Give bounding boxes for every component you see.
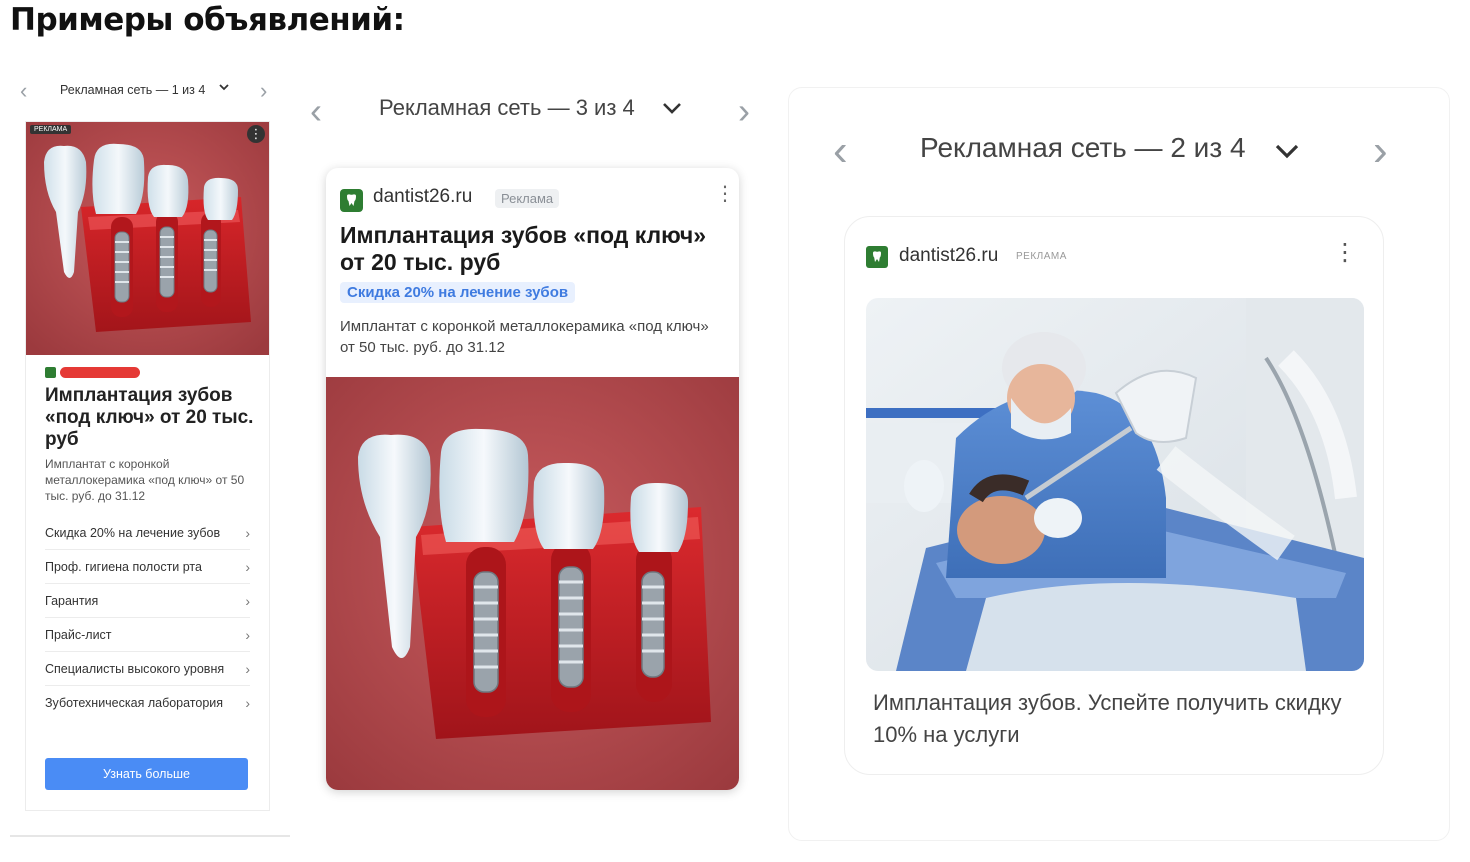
chevron-right-icon: ›: [245, 558, 250, 575]
sitelink[interactable]: Скидка 20% на лечение зубов ›: [45, 516, 250, 550]
sitelink[interactable]: Гарантия ›: [45, 584, 250, 618]
more-vertical-icon[interactable]: ⋮: [247, 125, 265, 143]
divider: [10, 835, 290, 837]
sitelink[interactable]: Зуботехническая лаборатория ›: [45, 686, 250, 719]
ad-description: Имплантат с коронкой металлокерамика «по…: [340, 318, 709, 356]
redacted-domain: [60, 367, 140, 378]
sitelink-label: Скидка 20% на лечение зубов: [45, 525, 221, 540]
ad-headline[interactable]: Имплантация зубов «под ключ» от 20 тыс. …: [340, 222, 720, 276]
dental-implant-image: [326, 377, 739, 790]
carousel-label: Рекламная сеть — 1 из 4: [60, 83, 206, 97]
chevron-right-icon: ›: [245, 660, 250, 677]
ad-domain[interactable]: dantist26.ru: [373, 186, 472, 208]
ad-preview-2: ‹ Рекламная сеть — 2 из 4 › dantist26.ru…: [788, 87, 1450, 841]
chevron-right-icon: ›: [245, 524, 250, 541]
sitelinks-list: Скидка 20% на лечение зубов › Проф. гигие…: [45, 516, 250, 719]
chevron-down-icon[interactable]: [1274, 141, 1300, 166]
tooth-favicon-icon: [866, 246, 888, 268]
learn-more-button[interactable]: Узнать больше: [45, 758, 248, 790]
carousel-nav-1: ‹ Рекламная сеть — 1 из 4 ›: [18, 78, 278, 104]
sitelink-label: Специалисты высокого уровня: [45, 661, 225, 676]
ad-headline[interactable]: Имплантация зубов «под ключ» от 20 тыс. …: [45, 385, 260, 451]
sitelink-label: Зуботехническая лаборатория: [45, 695, 224, 710]
chevron-left-icon[interactable]: ‹: [310, 90, 322, 132]
chevron-left-icon[interactable]: ‹: [833, 126, 848, 176]
chevron-right-icon[interactable]: ›: [738, 90, 750, 132]
sitelink[interactable]: Специалисты высокого уровня ›: [45, 652, 250, 686]
ad-label: РЕКЛАМА: [1016, 251, 1067, 262]
ad-label: Реклама: [495, 189, 560, 208]
sitelink[interactable]: Прайс-лист ›: [45, 618, 250, 652]
chevron-right-icon: ›: [245, 592, 250, 609]
ad-description: Имплантат с коронкой металлокерамика «по…: [45, 457, 245, 503]
carousel-label: Рекламная сеть — 2 из 4: [920, 132, 1246, 163]
tooth-favicon-icon: [45, 367, 56, 378]
chevron-right-icon: ›: [245, 694, 250, 711]
chevron-right-icon: ›: [245, 626, 250, 643]
sitelink-label: Проф. гигиена полости рта: [45, 559, 202, 574]
carousel-label: Рекламная сеть — 3 из 4: [379, 95, 635, 120]
ad-label: РЕКЛАМА: [30, 125, 72, 134]
promo-badge: Скидка 20% на лечение зубов: [340, 282, 576, 303]
chevron-down-icon[interactable]: [662, 100, 682, 121]
dentist-photo: [866, 298, 1364, 671]
ad-domain[interactable]: dantist26.ru: [899, 245, 998, 267]
sitelink-label: Прайс-лист: [45, 627, 112, 642]
chevron-left-icon[interactable]: ‹: [20, 78, 27, 104]
ad-card-3[interactable]: dantist26.ru Реклама ⋮ Имплантация зубов…: [326, 168, 739, 790]
more-vertical-icon[interactable]: ⋮: [715, 184, 735, 204]
dental-implant-image: [26, 122, 269, 355]
sitelink[interactable]: Проф. гигиена полости рта ›: [45, 550, 250, 584]
tooth-favicon-icon: [340, 189, 363, 212]
sitelink-label: Гарантия: [45, 593, 99, 608]
chevron-right-icon[interactable]: ›: [260, 78, 267, 104]
more-vertical-icon[interactable]: ⋮: [1333, 241, 1357, 265]
chevron-right-icon[interactable]: ›: [1373, 126, 1388, 176]
ad-text[interactable]: Имплантация зубов. Успейте получить скид…: [873, 687, 1343, 751]
ad-card-1[interactable]: РЕКЛАМА ⋮ Имплантация зубов «под ключ» о…: [25, 121, 270, 811]
page-title: Примеры объявлений:: [10, 2, 405, 38]
ad-card-2[interactable]: dantist26.ru РЕКЛАМА ⋮ Имплантация зубов…: [844, 216, 1384, 775]
chevron-down-icon[interactable]: [218, 80, 230, 96]
